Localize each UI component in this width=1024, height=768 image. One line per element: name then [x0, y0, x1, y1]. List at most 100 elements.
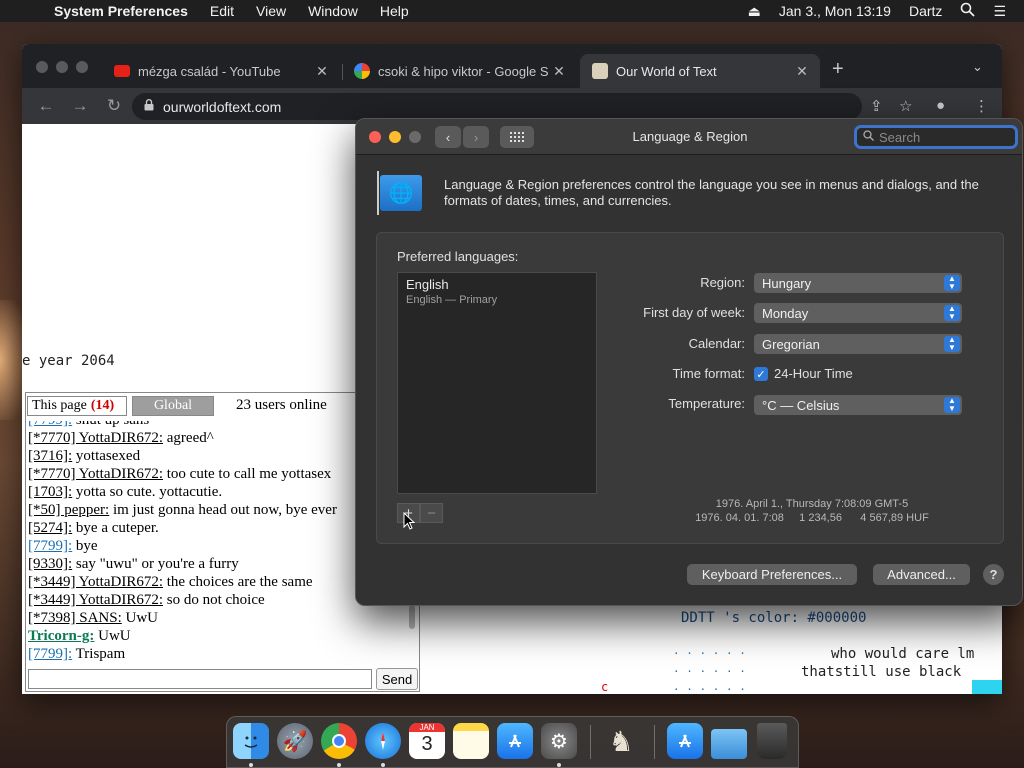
- keyboard-preferences-button[interactable]: Keyboard Preferences...: [687, 564, 857, 585]
- app-store-icon[interactable]: [497, 723, 533, 759]
- menu-help[interactable]: Help: [380, 3, 409, 19]
- forward-icon[interactable]: →: [70, 96, 90, 116]
- chat-message: [5274]: bye a cuteper.: [28, 519, 406, 537]
- chat-message-text: bye a cuteper.: [72, 520, 159, 536]
- minimize-window-button[interactable]: [389, 131, 401, 143]
- advanced-button[interactable]: Advanced...: [873, 564, 970, 585]
- chat-nick-link[interactable]: [*3449] YottaDIR672:: [28, 592, 163, 608]
- chat-nick-link[interactable]: [3716]:: [28, 448, 72, 464]
- menu-app-name[interactable]: System Preferences: [54, 3, 188, 19]
- address-bar[interactable]: ourworldoftext.com: [132, 93, 862, 120]
- forward-icon[interactable]: ›: [463, 126, 489, 148]
- reload-icon[interactable]: ↻: [104, 96, 124, 116]
- chevron-up-down-icon: ▲ ▼: [944, 397, 960, 413]
- first-day-popup[interactable]: Monday ▲ ▼: [754, 303, 962, 323]
- menu-bar: System Preferences Edit View Window Help…: [0, 0, 1024, 22]
- menu-user[interactable]: Dartz: [909, 3, 942, 19]
- menu-view[interactable]: View: [256, 3, 286, 19]
- tab-owot[interactable]: Our World of Text ✕: [580, 54, 820, 88]
- profile-icon[interactable]: ●: [936, 97, 945, 114]
- owot-icon: [592, 63, 608, 79]
- chat-message-text: UwU: [94, 628, 131, 644]
- chat-input[interactable]: [28, 669, 372, 689]
- app-store-download-icon[interactable]: [667, 723, 703, 759]
- time-format-value[interactable]: 24-Hour Time: [774, 366, 853, 381]
- calendar-popup[interactable]: Gregorian ▲ ▼: [754, 334, 962, 354]
- chat-message-text: im just gonna head out now, bye ever: [109, 502, 337, 518]
- owot-right-area: DDTT 's color: #000000 who would care lm…: [425, 604, 1002, 694]
- dock-separator: [654, 725, 655, 759]
- safari-icon[interactable]: [365, 723, 401, 759]
- menu-window[interactable]: Window: [308, 3, 358, 19]
- notes-icon[interactable]: [453, 723, 489, 759]
- chat-nick-link[interactable]: [7799]:: [28, 421, 72, 428]
- show-all-grid-icon[interactable]: [500, 126, 534, 148]
- preferred-languages-list[interactable]: English English — Primary: [397, 272, 597, 494]
- trash-icon[interactable]: [757, 723, 787, 759]
- chrome-icon[interactable]: [321, 723, 357, 759]
- chat-nick-link[interactable]: [*50] pepper:: [28, 502, 109, 518]
- close-tab-icon[interactable]: ✕: [312, 63, 332, 80]
- menu-clock[interactable]: Jan 3., Mon 13:19: [779, 3, 891, 19]
- temperature-value: °C — Celsius: [762, 397, 840, 413]
- back-icon[interactable]: ←: [36, 96, 56, 116]
- tab-label: mézga család - YouTube: [138, 63, 281, 79]
- temperature-popup[interactable]: °C — Celsius ▲ ▼: [754, 395, 962, 415]
- close-window-button[interactable]: [369, 131, 381, 143]
- close-tab-icon[interactable]: ✕: [792, 63, 812, 80]
- zoom-window-button[interactable]: [76, 61, 88, 73]
- help-button[interactable]: ?: [983, 564, 1004, 585]
- bookmark-star-icon[interactable]: ☆: [899, 97, 912, 115]
- time-format-checkbox[interactable]: ✓: [754, 367, 768, 381]
- chat-nick-link[interactable]: [*3449] YottaDIR672:: [28, 574, 163, 590]
- chat-nick-link[interactable]: [5274]:: [28, 520, 72, 536]
- tab-youtube[interactable]: mézga család - YouTube ✕: [102, 54, 340, 88]
- chat-log[interactable]: [7799]: shut up sans[*7770] YottaDIR672:…: [28, 421, 406, 665]
- chat-unread-count: (14): [90, 398, 115, 413]
- chess-icon[interactable]: ♞: [603, 723, 639, 759]
- time-format-label: Time format:: [672, 366, 745, 381]
- tab-google[interactable]: csoki & hipo viktor - Google Se ✕: [342, 54, 577, 88]
- new-tab-icon[interactable]: +: [832, 58, 844, 81]
- system-preferences-icon[interactable]: ⚙: [541, 723, 577, 759]
- chat-tab-this-page[interactable]: This page (14): [27, 396, 127, 416]
- chat-tab-label: This page: [32, 398, 87, 413]
- finder-icon[interactable]: [233, 723, 269, 759]
- tab-search-icon[interactable]: ⌄: [972, 59, 983, 75]
- chat-message: [*3449] YottaDIR672: the choices are the…: [28, 573, 406, 591]
- chat-message: [*50] pepper: im just gonna head out now…: [28, 501, 406, 519]
- language-item-name[interactable]: English: [406, 277, 449, 292]
- close-window-button[interactable]: [36, 61, 48, 73]
- chat-nick-link[interactable]: [*7770] YottaDIR672:: [28, 430, 163, 446]
- share-icon[interactable]: ⇪: [870, 97, 883, 115]
- search-field[interactable]: Search: [854, 125, 1018, 149]
- chat-send-button[interactable]: Send: [376, 668, 418, 690]
- chat-nick-link[interactable]: [1703]:: [28, 484, 72, 500]
- chat-tab-global[interactable]: Global: [132, 396, 214, 416]
- control-center-icon[interactable]: ☰: [993, 3, 1006, 20]
- remove-language-button[interactable]: −: [420, 503, 443, 523]
- chat-nick-link[interactable]: [*7770] YottaDIR672:: [28, 466, 163, 482]
- eject-icon[interactable]: ⏏: [748, 3, 761, 20]
- prefs-titlebar: ‹ › Language & Region Search: [356, 119, 1022, 155]
- calendar-icon[interactable]: JAN 3: [409, 723, 445, 759]
- region-popup[interactable]: Hungary ▲ ▼: [754, 273, 962, 293]
- chat-nick-link[interactable]: [9330]:: [28, 556, 72, 572]
- folder-icon[interactable]: [711, 729, 747, 759]
- calendar-value: Gregorian: [762, 336, 820, 352]
- zoom-window-button[interactable]: [409, 131, 421, 143]
- chat-nick-link[interactable]: [*7398] SANS:: [28, 610, 122, 626]
- launchpad-icon[interactable]: 🚀: [277, 723, 313, 759]
- minimize-window-button[interactable]: [56, 61, 68, 73]
- spotlight-icon[interactable]: [960, 2, 976, 20]
- back-icon[interactable]: ‹: [435, 126, 461, 148]
- chat-nick-link[interactable]: [7799]:: [28, 538, 72, 554]
- chat-nick-link[interactable]: Tricorn-g:: [28, 628, 94, 644]
- close-tab-icon[interactable]: ✕: [549, 63, 569, 80]
- chat-nick-link[interactable]: [7799]:: [28, 646, 72, 662]
- menu-edit[interactable]: Edit: [210, 3, 234, 19]
- owot-dots: . . . . . .: [673, 680, 746, 693]
- kebab-menu-icon[interactable]: ⋮: [974, 97, 989, 115]
- chat-scrollbar[interactable]: [409, 605, 415, 629]
- owot-cursor-cell: [972, 680, 1002, 694]
